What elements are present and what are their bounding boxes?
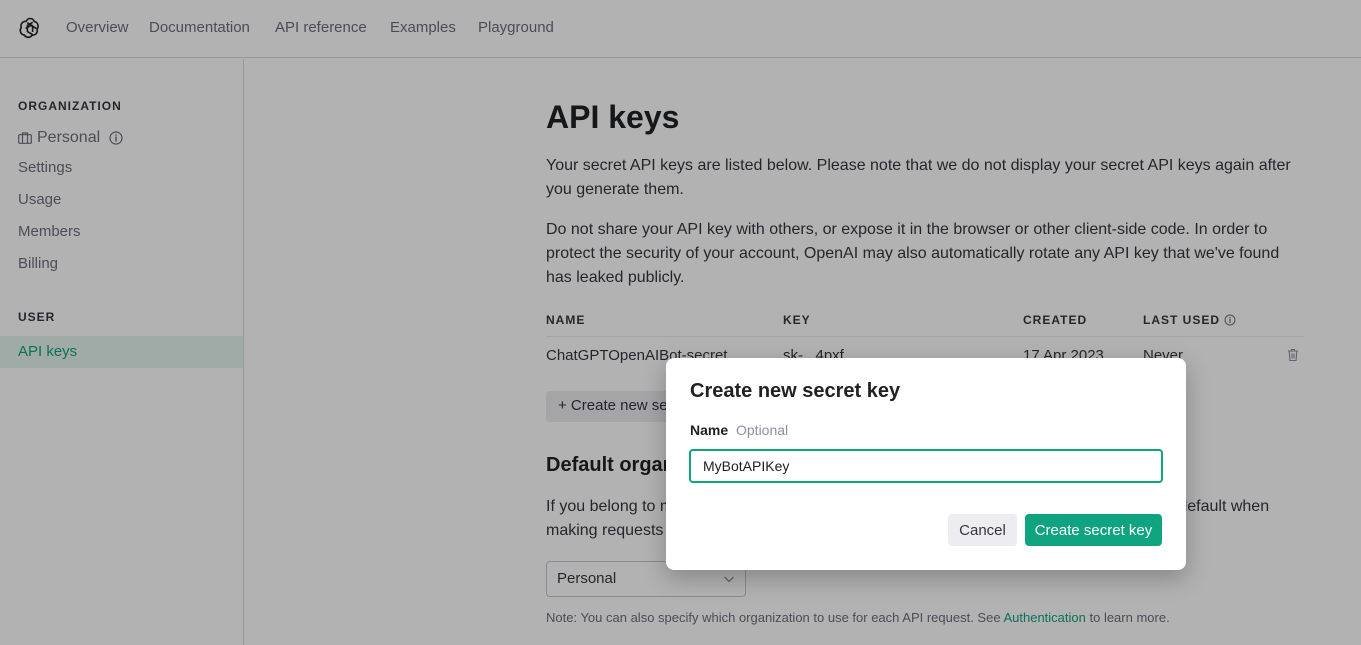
create-key-dialog: Create new secret key Name Optional Canc… — [666, 358, 1186, 570]
name-field-hint: Optional — [736, 422, 789, 438]
name-field-label: Name — [690, 422, 729, 438]
key-name-input[interactable] — [689, 449, 1163, 483]
dialog-title: Create new secret key — [690, 380, 901, 402]
app: Overview Documentation API reference Exa… — [0, 0, 1361, 645]
create-secret-key-button[interactable]: Create secret key — [1025, 514, 1162, 546]
cancel-button[interactable]: Cancel — [948, 514, 1017, 546]
